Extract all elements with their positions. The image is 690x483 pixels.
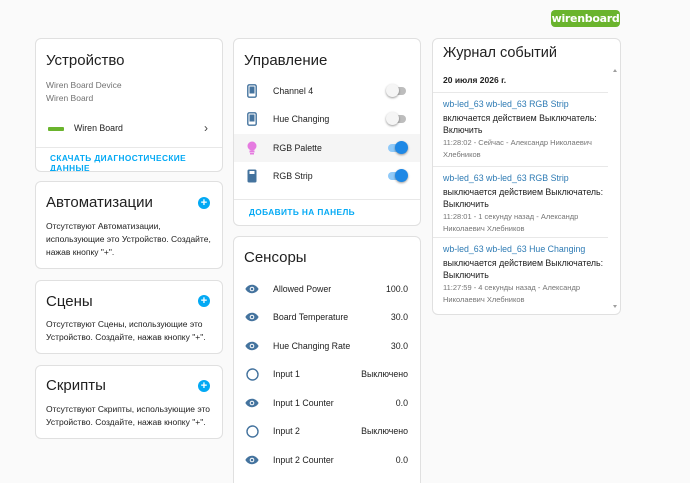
sensor-label: Allowed Power <box>273 284 332 294</box>
sensor-value: Выключено <box>361 369 408 379</box>
phone-icon <box>244 111 260 127</box>
logbook-title: Журнал событий <box>443 45 557 61</box>
log-meta: 11:28:01 - 1 секунду назад - Александр Н… <box>443 212 579 233</box>
device-card: Устройство Wiren Board Device Wiren Boar… <box>35 38 223 172</box>
log-entity-link[interactable]: wb-led_63 wb-led_63 RGB Strip <box>443 173 569 183</box>
controls-divider <box>234 199 420 200</box>
sensor-row-input-2-counter[interactable]: Input 2 Counter 0.0 <box>234 446 420 474</box>
circle-outline-icon <box>244 423 260 439</box>
sensors-title: Сенсоры <box>244 249 307 266</box>
controls-title: Управление <box>244 52 328 69</box>
eye-icon <box>244 309 260 325</box>
sensor-value: 0.0 <box>395 398 408 408</box>
log-entry: wb-led_63 wb-led_63 RGB Strip выключаетс… <box>433 167 608 235</box>
sensor-label: Hue Changing Rate <box>273 341 351 351</box>
sensor-value: 30.0 <box>390 312 408 322</box>
remote-icon <box>244 168 260 184</box>
device-model: Wiren Board Device <box>46 80 122 90</box>
eye-icon <box>244 338 260 354</box>
chevron-right-icon: › <box>204 121 208 135</box>
log-message: выключается действием Выключатель: Выклю… <box>443 258 604 280</box>
eye-icon <box>244 395 260 411</box>
wirenboard-logo: wirenboard <box>551 10 620 27</box>
scripts-title: Скрипты <box>46 377 106 394</box>
log-message: включается действием Выключатель: Включи… <box>443 113 597 135</box>
log-entity-link[interactable]: wb-led_63 wb-led_63 Hue Changing <box>443 244 585 254</box>
eye-icon <box>244 281 260 297</box>
toggle-switch[interactable] <box>386 112 408 126</box>
sensor-label: Input 2 Counter <box>273 455 334 465</box>
sensor-value: Выключено <box>361 426 408 436</box>
scenes-text: Отсутствуют Сцены, использующие это Устр… <box>46 319 206 342</box>
sensor-row-hue-changing-rate[interactable]: Hue Changing Rate 30.0 <box>234 332 420 360</box>
device-divider <box>36 147 222 148</box>
device-link-row[interactable]: Wiren Board › <box>36 119 222 139</box>
scenes-title: Сцены <box>46 293 93 310</box>
bulb-icon <box>244 140 260 156</box>
toggle-switch[interactable] <box>386 84 408 98</box>
automations-title: Автоматизации <box>46 194 153 211</box>
sensor-label: Input 2 <box>273 426 300 436</box>
sensor-row-allowed-power[interactable]: Allowed Power 100.0 <box>234 275 420 303</box>
add-to-dashboard-button[interactable]: ДОБАВИТЬ НА ПАНЕЛЬ <box>249 207 355 217</box>
control-label: RGB Palette <box>273 143 322 153</box>
scroll-up-arrow-icon[interactable] <box>613 69 617 72</box>
device-link-icon <box>48 127 64 131</box>
control-row-rgb-strip[interactable]: RGB Strip <box>234 162 420 190</box>
sensor-row-input-2[interactable]: Input 2 Выключено <box>234 417 420 445</box>
sensor-row-input-1-counter[interactable]: Input 1 Counter 0.0 <box>234 389 420 417</box>
sensors-card: Сенсоры Allowed Power 100.0 Board Temper… <box>233 236 421 483</box>
device-title: Устройство <box>46 52 125 69</box>
sensor-label: Input 1 Counter <box>273 398 334 408</box>
control-label: RGB Strip <box>273 171 313 181</box>
control-label: Hue Changing <box>273 114 330 124</box>
toggle-switch[interactable] <box>386 169 408 183</box>
sensor-value: 0.0 <box>395 455 408 465</box>
add-automation-button[interactable]: + <box>198 197 210 209</box>
scroll-down-arrow-icon[interactable] <box>613 305 617 308</box>
log-message: выключается действием Выключатель: Выклю… <box>443 187 604 209</box>
eye-icon <box>244 452 260 468</box>
control-row-hue-changing[interactable]: Hue Changing <box>234 105 420 133</box>
scenes-card: Сцены + Отсутствуют Сцены, использующие … <box>35 280 223 354</box>
sensor-row-input-1[interactable]: Input 1 Выключено <box>234 360 420 388</box>
log-entry: wb-led_63 wb-led_63 RGB Strip включается… <box>433 93 608 161</box>
automations-text: Отсутствуют Автоматизации, использующие … <box>46 221 211 257</box>
control-row-rgb-palette[interactable]: RGB Palette <box>234 134 420 162</box>
scripts-text: Отсутствуют Скрипты, использующие это Ус… <box>46 404 210 427</box>
controls-card: Управление Channel 4 Hue Changing RGB Pa… <box>233 38 421 226</box>
control-label: Channel 4 <box>273 86 314 96</box>
log-entry: wb-led_63 wb-led_63 Hue Changing выключа… <box>433 238 608 306</box>
sensor-label: Input 1 <box>273 369 300 379</box>
add-scene-button[interactable]: + <box>198 295 210 307</box>
download-diagnostics-button[interactable]: СКАЧАТЬ ДИАГНОСТИЧЕСКИЕ ДАННЫЕ <box>50 153 222 171</box>
sensor-row-board-temperature[interactable]: Board Temperature 30.0 <box>234 303 420 331</box>
sensor-label: Board Temperature <box>273 312 349 322</box>
circle-outline-icon <box>244 366 260 382</box>
logbook-scrollbar[interactable] <box>613 69 617 308</box>
logbook-scroll-area[interactable]: 20 июля 2026 г. wb-led_63 wb-led_63 RGB … <box>433 67 620 314</box>
log-meta: 11:27:59 - 4 секунды назад - Александр Н… <box>443 283 580 304</box>
control-row-channel-4[interactable]: Channel 4 <box>234 77 420 105</box>
logbook-card: Журнал событий 20 июля 2026 г. wb-led_63… <box>432 38 621 315</box>
toggle-switch[interactable] <box>386 141 408 155</box>
sensor-value: 30.0 <box>390 341 408 351</box>
log-meta: 11:28:02 - Сейчас - Александр Николаевич… <box>443 138 592 159</box>
sensor-value: 100.0 <box>385 284 408 294</box>
device-manufacturer: Wiren Board <box>46 93 94 103</box>
scripts-card: Скрипты + Отсутствуют Скрипты, использую… <box>35 365 223 439</box>
phone-icon <box>244 83 260 99</box>
add-script-button[interactable]: + <box>198 380 210 392</box>
device-link-label: Wiren Board <box>74 123 123 133</box>
log-entity-link[interactable]: wb-led_63 wb-led_63 RGB Strip <box>443 99 569 109</box>
logbook-date-header: 20 июля 2026 г. <box>443 75 507 85</box>
automations-card: Автоматизации + Отсутствуют Автоматизаци… <box>35 181 223 269</box>
